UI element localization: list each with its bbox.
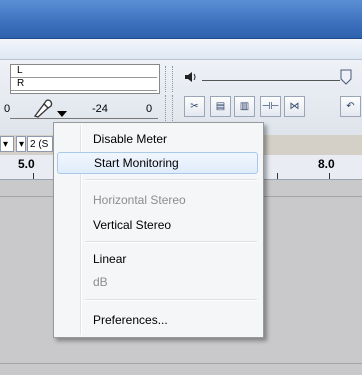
ruler-mark-right: 8.0 <box>318 157 335 171</box>
silence-button[interactable]: ⋈ <box>284 96 305 117</box>
meter-right-label: R <box>17 78 25 89</box>
playback-volume-slider[interactable] <box>202 80 340 81</box>
paste-button[interactable]: ▥ <box>234 96 255 117</box>
meter-left-label: L <box>17 65 23 76</box>
menu-item-preferences[interactable]: Preferences... <box>57 309 258 331</box>
menu-separator <box>85 179 257 181</box>
toolbar-grip[interactable] <box>165 66 173 92</box>
trim-button[interactable]: ⊣⊢ <box>260 96 281 117</box>
menu-item-linear[interactable]: Linear <box>57 248 258 270</box>
meter-scale-zero-right: 0 <box>146 103 153 115</box>
channels-dropdown-arrow[interactable]: ▾ <box>16 136 26 152</box>
title-bar <box>0 0 362 39</box>
microphone-icon[interactable] <box>28 96 56 120</box>
meter-scale-line <box>10 118 158 119</box>
meter-left-channel: L <box>11 65 157 78</box>
menu-separator <box>85 241 257 243</box>
ruler-mark-left: 5.0 <box>18 157 35 171</box>
menu-item-start-monitoring[interactable]: Start Monitoring <box>57 152 258 174</box>
slider-thumb-icon[interactable] <box>339 68 353 86</box>
copy-button[interactable]: ▤ <box>210 96 231 117</box>
menu-item-horizontal-stereo[interactable]: Horizontal Stereo <box>57 189 258 211</box>
meter-right-channel: R <box>11 78 157 91</box>
recording-meter[interactable]: L R <box>10 64 160 94</box>
menu-bar <box>0 39 362 60</box>
meter-scale-minus24: -24 <box>92 103 108 115</box>
ruler-tick <box>329 173 330 179</box>
chevron-down-icon[interactable] <box>56 108 68 118</box>
toolbar-grip[interactable] <box>165 95 173 121</box>
menu-item-db[interactable]: dB <box>57 271 258 293</box>
menu-item-disable-meter[interactable]: Disable Meter <box>57 128 258 150</box>
cut-button[interactable]: ✂ <box>184 96 205 117</box>
meter-context-menu: Disable Meter Start Monitoring Horizonta… <box>53 122 264 338</box>
menu-item-vertical-stereo[interactable]: Vertical Stereo <box>57 214 258 236</box>
track-divider <box>0 363 362 364</box>
ruler-tick <box>277 173 278 179</box>
meter-scale-zero-left: 0 <box>4 103 11 115</box>
undo-button[interactable]: ↶ <box>340 96 361 117</box>
channels-dropdown[interactable]: 2 (S <box>27 136 53 152</box>
menu-separator <box>85 299 257 301</box>
ruler-tick <box>33 173 34 179</box>
speaker-icon <box>184 70 200 84</box>
device-dropdown[interactable]: ▾ <box>0 136 14 152</box>
